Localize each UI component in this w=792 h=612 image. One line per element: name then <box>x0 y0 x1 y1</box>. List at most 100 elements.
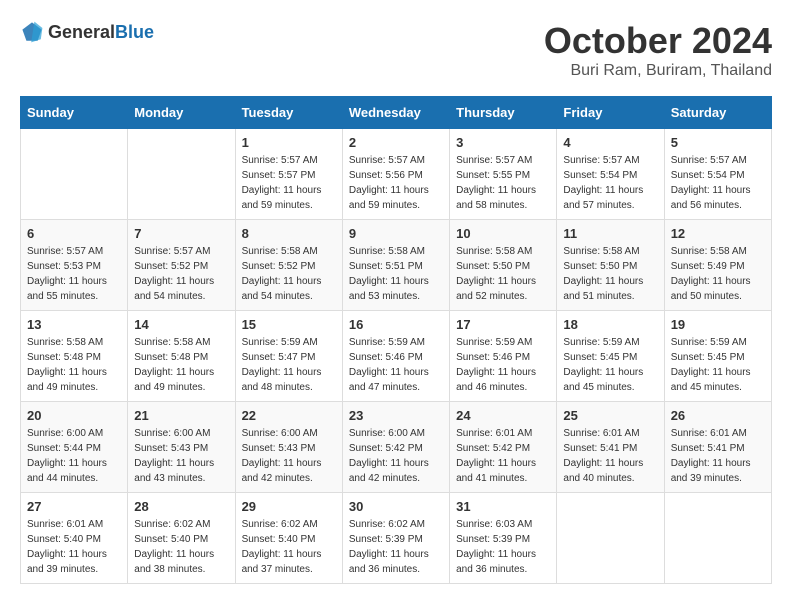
day-info: Sunrise: 5:58 AM Sunset: 5:49 PM Dayligh… <box>671 244 765 304</box>
calendar-cell: 25Sunrise: 6:01 AM Sunset: 5:41 PM Dayli… <box>557 402 664 493</box>
day-info: Sunrise: 6:03 AM Sunset: 5:39 PM Dayligh… <box>456 517 550 577</box>
day-info: Sunrise: 5:57 AM Sunset: 5:57 PM Dayligh… <box>242 153 336 213</box>
day-info: Sunrise: 6:01 AM Sunset: 5:40 PM Dayligh… <box>27 517 121 577</box>
calendar-cell: 19 Sunrise: 5:59 AM Sunset: 5:45 PM Dayli… <box>664 311 771 402</box>
calendar-cell: 11 Sunrise: 5:58 AM Sunset: 5:50 PM Dayli… <box>557 220 664 311</box>
day-info: Sunrise: 5:58 AM Sunset: 5:48 PM Dayligh… <box>134 335 228 395</box>
calendar-cell: 1 Sunrise: 5:57 AM Sunset: 5:57 PM Daylig… <box>235 129 342 220</box>
day-number: 19 <box>671 317 765 332</box>
calendar-cell: 9 Sunrise: 5:58 AM Sunset: 5:51 PM Daylig… <box>342 220 449 311</box>
calendar-cell: 23 Sunrise: 6:00 AM Sunset: 5:42 PM Dayli… <box>342 402 449 493</box>
calendar-cell: 29Sunrise: 6:02 AM Sunset: 5:40 PM Dayli… <box>235 493 342 584</box>
calendar-cell <box>21 129 128 220</box>
calendar-week-row: 13Sunrise: 5:58 AM Sunset: 5:48 PM Dayli… <box>21 311 772 402</box>
day-number: 30 <box>349 499 443 514</box>
day-info: Sunrise: 6:00 AM Sunset: 5:43 PM Dayligh… <box>242 426 336 486</box>
calendar-cell: 14 Sunrise: 5:58 AM Sunset: 5:48 PM Dayli… <box>128 311 235 402</box>
calendar-cell: 12 Sunrise: 5:58 AM Sunset: 5:49 PM Dayli… <box>664 220 771 311</box>
logo-icon <box>20 20 44 44</box>
day-number: 12 <box>671 226 765 241</box>
day-info: Sunrise: 5:57 AM Sunset: 5:53 PM Dayligh… <box>27 244 121 304</box>
day-number: 26 <box>671 408 765 423</box>
day-info: Sunrise: 5:59 AM Sunset: 5:47 PM Dayligh… <box>242 335 336 395</box>
calendar-week-row: 27 Sunrise: 6:01 AM Sunset: 5:40 PM Dayli… <box>21 493 772 584</box>
calendar-cell: 7Sunrise: 5:57 AM Sunset: 5:52 PM Daylig… <box>128 220 235 311</box>
calendar-cell <box>664 493 771 584</box>
day-number: 9 <box>349 226 443 241</box>
day-number: 28 <box>134 499 228 514</box>
day-info: Sunrise: 5:58 AM Sunset: 5:50 PM Dayligh… <box>563 244 657 304</box>
calendar-cell: 18 Sunrise: 5:59 AM Sunset: 5:45 PM Dayli… <box>557 311 664 402</box>
day-info: Sunrise: 6:00 AM Sunset: 5:43 PM Dayligh… <box>134 426 228 486</box>
calendar-cell: 6 Sunrise: 5:57 AM Sunset: 5:53 PM Daylig… <box>21 220 128 311</box>
day-info: Sunrise: 5:58 AM Sunset: 5:52 PM Dayligh… <box>242 244 336 304</box>
calendar-cell: 24Sunrise: 6:01 AM Sunset: 5:42 PM Dayli… <box>450 402 557 493</box>
location-title: Buri Ram, Buriram, Thailand <box>544 62 772 80</box>
day-info: Sunrise: 6:00 AM Sunset: 5:44 PM Dayligh… <box>27 426 121 486</box>
day-number: 18 <box>563 317 657 332</box>
calendar-table: SundayMondayTuesdayWednesdayThursdayFrid… <box>20 96 772 584</box>
day-number: 14 <box>134 317 228 332</box>
calendar-cell: 8Sunrise: 5:58 AM Sunset: 5:52 PM Daylig… <box>235 220 342 311</box>
day-number: 10 <box>456 226 550 241</box>
calendar-cell: 10 Sunrise: 5:58 AM Sunset: 5:50 PM Dayli… <box>450 220 557 311</box>
calendar-cell: 31 Sunrise: 6:03 AM Sunset: 5:39 PM Dayli… <box>450 493 557 584</box>
calendar-cell <box>557 493 664 584</box>
day-info: Sunrise: 6:02 AM Sunset: 5:39 PM Dayligh… <box>349 517 443 577</box>
calendar-cell <box>128 129 235 220</box>
day-number: 4 <box>563 135 657 150</box>
calendar-cell: 28 Sunrise: 6:02 AM Sunset: 5:40 PM Dayli… <box>128 493 235 584</box>
calendar-cell: 2Sunrise: 5:57 AM Sunset: 5:56 PM Daylig… <box>342 129 449 220</box>
day-info: Sunrise: 5:59 AM Sunset: 5:45 PM Dayligh… <box>563 335 657 395</box>
title-section: October 2024 Buri Ram, Buriram, Thailand <box>544 20 772 80</box>
day-info: Sunrise: 5:57 AM Sunset: 5:54 PM Dayligh… <box>563 153 657 213</box>
day-info: Sunrise: 6:02 AM Sunset: 5:40 PM Dayligh… <box>134 517 228 577</box>
day-info: Sunrise: 5:58 AM Sunset: 5:48 PM Dayligh… <box>27 335 121 395</box>
weekday-header-monday: Monday <box>128 97 235 129</box>
calendar-cell: 26 Sunrise: 6:01 AM Sunset: 5:41 PM Dayli… <box>664 402 771 493</box>
day-info: Sunrise: 5:57 AM Sunset: 5:55 PM Dayligh… <box>456 153 550 213</box>
day-number: 22 <box>242 408 336 423</box>
calendar-cell: 30 Sunrise: 6:02 AM Sunset: 5:39 PM Dayli… <box>342 493 449 584</box>
calendar-cell: 21 Sunrise: 6:00 AM Sunset: 5:43 PM Dayli… <box>128 402 235 493</box>
day-number: 21 <box>134 408 228 423</box>
weekday-header-saturday: Saturday <box>664 97 771 129</box>
day-number: 23 <box>349 408 443 423</box>
calendar-week-row: 6 Sunrise: 5:57 AM Sunset: 5:53 PM Daylig… <box>21 220 772 311</box>
calendar-cell: 20 Sunrise: 6:00 AM Sunset: 5:44 PM Dayli… <box>21 402 128 493</box>
day-number: 29 <box>242 499 336 514</box>
calendar-cell: 15Sunrise: 5:59 AM Sunset: 5:47 PM Dayli… <box>235 311 342 402</box>
day-info: Sunrise: 6:00 AM Sunset: 5:42 PM Dayligh… <box>349 426 443 486</box>
day-number: 17 <box>456 317 550 332</box>
weekday-header-wednesday: Wednesday <box>342 97 449 129</box>
day-number: 7 <box>134 226 228 241</box>
logo: GeneralBlue <box>20 20 154 44</box>
day-info: Sunrise: 5:58 AM Sunset: 5:51 PM Dayligh… <box>349 244 443 304</box>
weekday-header-sunday: Sunday <box>21 97 128 129</box>
day-number: 24 <box>456 408 550 423</box>
calendar-cell: 16Sunrise: 5:59 AM Sunset: 5:46 PM Dayli… <box>342 311 449 402</box>
day-info: Sunrise: 6:01 AM Sunset: 5:41 PM Dayligh… <box>671 426 765 486</box>
calendar-cell: 5 Sunrise: 5:57 AM Sunset: 5:54 PM Daylig… <box>664 129 771 220</box>
page-header: GeneralBlue October 2024 Buri Ram, Burir… <box>20 20 772 80</box>
day-number: 1 <box>242 135 336 150</box>
day-info: Sunrise: 5:57 AM Sunset: 5:54 PM Dayligh… <box>671 153 765 213</box>
day-number: 27 <box>27 499 121 514</box>
weekday-header-tuesday: Tuesday <box>235 97 342 129</box>
day-info: Sunrise: 5:58 AM Sunset: 5:50 PM Dayligh… <box>456 244 550 304</box>
day-number: 11 <box>563 226 657 241</box>
logo-text-blue: Blue <box>115 22 154 42</box>
day-number: 20 <box>27 408 121 423</box>
day-number: 6 <box>27 226 121 241</box>
logo-text-general: General <box>48 22 115 42</box>
weekday-header-row: SundayMondayTuesdayWednesdayThursdayFrid… <box>21 97 772 129</box>
day-number: 5 <box>671 135 765 150</box>
weekday-header-friday: Friday <box>557 97 664 129</box>
calendar-cell: 27 Sunrise: 6:01 AM Sunset: 5:40 PM Dayli… <box>21 493 128 584</box>
day-number: 25 <box>563 408 657 423</box>
day-info: Sunrise: 5:59 AM Sunset: 5:45 PM Dayligh… <box>671 335 765 395</box>
day-info: Sunrise: 5:57 AM Sunset: 5:56 PM Dayligh… <box>349 153 443 213</box>
day-info: Sunrise: 5:59 AM Sunset: 5:46 PM Dayligh… <box>456 335 550 395</box>
day-number: 16 <box>349 317 443 332</box>
day-number: 31 <box>456 499 550 514</box>
